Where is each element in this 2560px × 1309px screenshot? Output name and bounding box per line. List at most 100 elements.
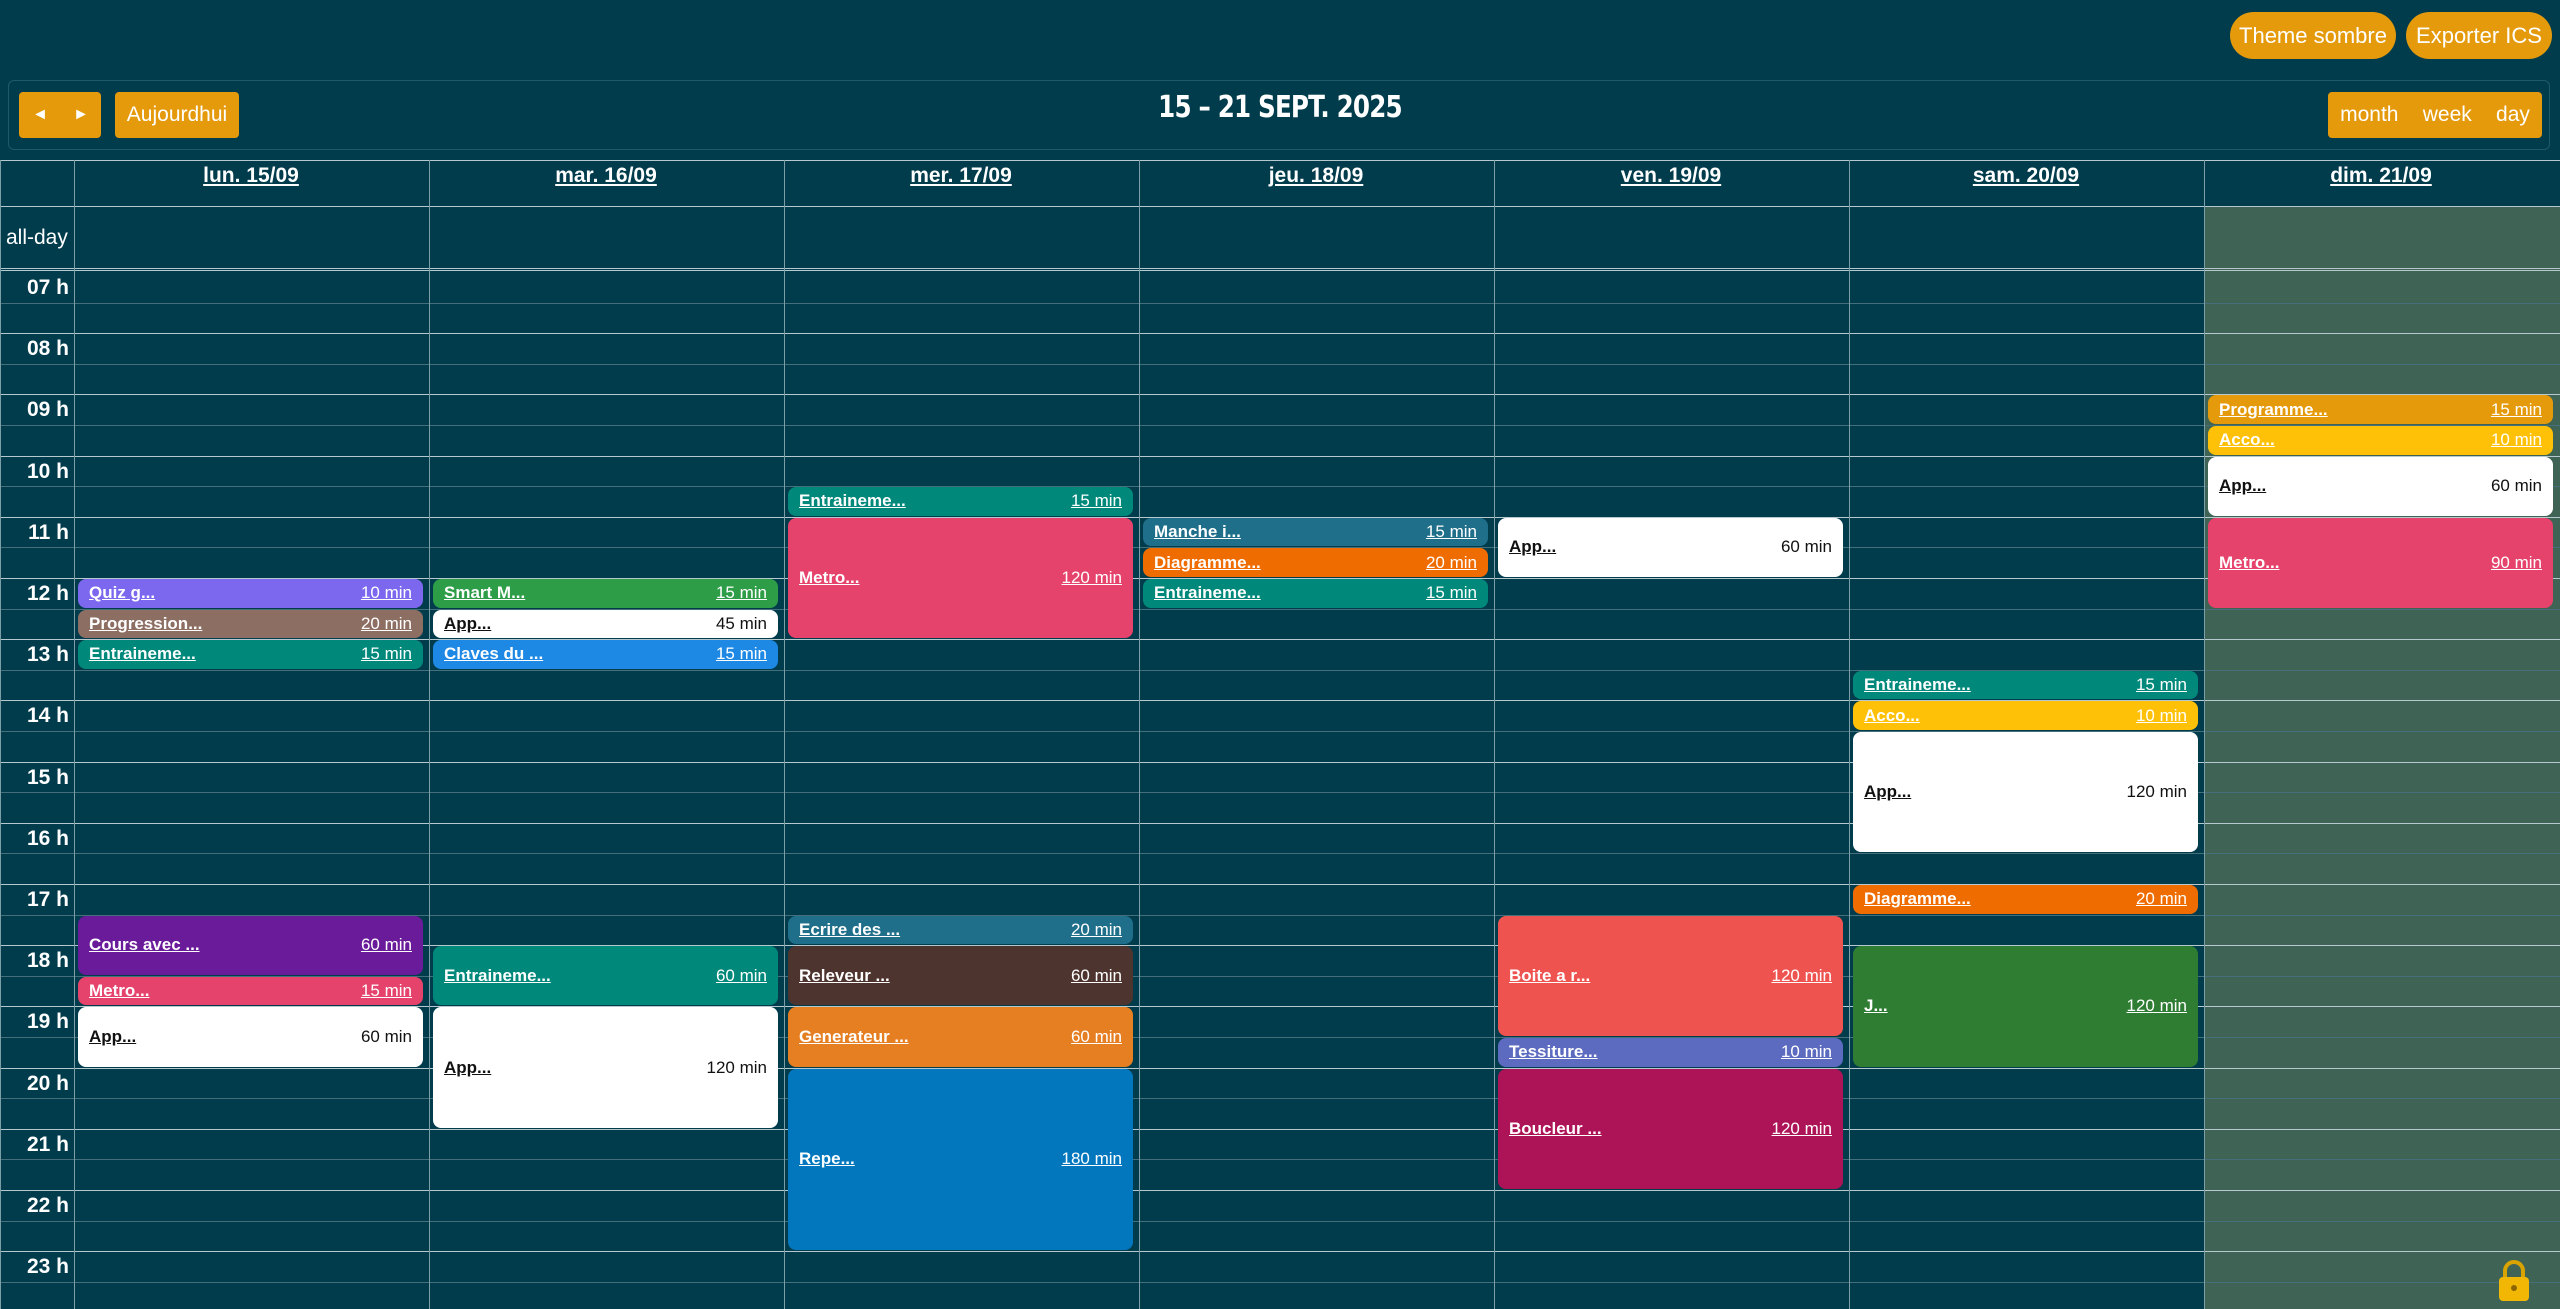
calendar-event[interactable]: Entraineme... 15 min	[788, 487, 1133, 516]
calendar-event[interactable]: App... 60 min	[2208, 456, 2553, 516]
half-hour-line	[0, 1221, 2560, 1222]
hour-line	[0, 394, 2560, 395]
export-ics-button[interactable]: Exporter ICS	[2406, 12, 2552, 59]
event-duration: 20 min	[360, 613, 412, 633]
hour-line	[0, 1129, 2560, 1130]
column-line	[1139, 160, 1140, 1309]
event-title: Entraineme...	[1864, 675, 1971, 695]
calendar-event[interactable]: Entraineme... 60 min	[433, 946, 778, 1006]
prev-arrow-icon: ◄	[32, 106, 48, 123]
calendar-event[interactable]: App... 60 min	[78, 1007, 423, 1067]
event-title: Programme...	[2219, 399, 2328, 419]
allday-bottom-line-2	[0, 270, 2560, 271]
event-duration: 15 min	[2490, 399, 2542, 419]
event-duration: 15 min	[2135, 675, 2187, 695]
event-duration: 120 min	[2126, 996, 2187, 1016]
calendar-event[interactable]: Manche i... 15 min	[1143, 517, 1488, 547]
column-line	[1494, 160, 1495, 1309]
theme-toggle-button[interactable]: Theme sombre	[2230, 12, 2396, 59]
day-header[interactable]: lun. 15/09	[74, 164, 428, 188]
event-title: App...	[1864, 782, 1912, 802]
hour-label: 09 h	[26, 398, 69, 421]
calendar-event[interactable]: Boite a r... 120 min	[1498, 915, 1843, 1036]
hour-label: 18 h	[26, 949, 69, 972]
calendar-title: 15 – 21 SEPT. 2025	[1158, 90, 1403, 125]
calendar-event[interactable]: Metro... 90 min	[2208, 517, 2553, 608]
lock-icon[interactable]	[2496, 1258, 2532, 1302]
calendar-event[interactable]: Claves du ... 15 min	[433, 640, 778, 669]
calendar-event[interactable]: Acco... 10 min	[2208, 426, 2553, 455]
calendar-event[interactable]: App... 60 min	[1498, 517, 1843, 577]
half-hour-line	[0, 486, 2560, 487]
next-week-button[interactable]: ►	[61, 92, 101, 138]
day-header[interactable]: ven. 19/09	[1494, 164, 1848, 188]
calendar-event[interactable]: Ecrire des ... 20 min	[788, 915, 1133, 945]
calendar-event[interactable]: Metro... 15 min	[78, 976, 423, 1006]
day-header[interactable]: jeu. 18/09	[1139, 164, 1493, 188]
hour-label: 10 h	[26, 460, 69, 483]
event-duration: 15 min	[715, 644, 767, 664]
calendar-event[interactable]: Acco... 10 min	[1853, 701, 2198, 730]
day-header[interactable]: dim. 21/09	[2204, 164, 2558, 188]
calendar-event[interactable]: Quiz g... 10 min	[78, 579, 423, 608]
hour-label: 17 h	[26, 888, 69, 911]
calendar-event[interactable]: Metro... 120 min	[788, 517, 1133, 639]
calendar-event[interactable]: Smart M... 15 min	[433, 579, 778, 608]
calendar-event[interactable]: App... 45 min	[433, 609, 778, 639]
calendar-event[interactable]: Diagramme... 20 min	[1853, 885, 2198, 914]
view-day-button[interactable]: day	[2484, 92, 2542, 138]
calendar-event[interactable]: App... 120 min	[1853, 732, 2198, 853]
header-bottom-line	[0, 206, 2560, 207]
calendar-event[interactable]: Progression... 20 min	[78, 609, 423, 639]
hour-label: 22 h	[26, 1194, 69, 1217]
view-month-button[interactable]: month	[2328, 92, 2411, 138]
calendar-event[interactable]: Entraineme... 15 min	[78, 640, 423, 669]
calendar-event[interactable]: Cours avec ... 60 min	[78, 915, 423, 975]
calendar-event[interactable]: Programme... 15 min	[2208, 395, 2553, 424]
view-week-button[interactable]: week	[2411, 92, 2484, 138]
hour-label: 08 h	[26, 337, 69, 360]
prev-week-button[interactable]: ◄	[19, 92, 61, 138]
calendar-event[interactable]: Entraineme... 15 min	[1143, 579, 1488, 608]
event-duration: 10 min	[360, 583, 412, 603]
today-button[interactable]: Aujourdhui	[115, 92, 239, 138]
calendar-event[interactable]: Boucleur ... 120 min	[1498, 1068, 1843, 1189]
event-title: Metro...	[89, 981, 150, 1001]
calendar-event[interactable]: J... 120 min	[1853, 946, 2198, 1067]
event-duration: 120 min	[2126, 782, 2187, 802]
event-duration: 60 min	[1070, 1026, 1122, 1046]
event-title: Quiz g...	[89, 583, 156, 603]
event-title: Entraineme...	[444, 965, 551, 985]
calendar-event[interactable]: Entraineme... 15 min	[1853, 670, 2198, 700]
hour-label: 11 h	[28, 521, 69, 544]
event-duration: 20 min	[1070, 919, 1122, 939]
event-title: Diagramme...	[1154, 552, 1261, 572]
event-duration: 60 min	[715, 965, 767, 985]
half-hour-line	[0, 303, 2560, 304]
event-duration: 15 min	[1425, 522, 1477, 542]
event-duration: 90 min	[2490, 552, 2542, 572]
event-duration: 60 min	[360, 935, 412, 955]
event-title: Repe...	[799, 1149, 855, 1169]
day-header[interactable]: mar. 16/09	[429, 164, 783, 188]
day-header[interactable]: sam. 20/09	[1849, 164, 2203, 188]
event-title: Diagramme...	[1864, 889, 1971, 909]
calendar-event[interactable]: Tessiture... 10 min	[1498, 1038, 1843, 1067]
hour-label: 16 h	[26, 827, 69, 850]
event-title: Progression...	[89, 613, 203, 633]
event-duration: 60 min	[1070, 965, 1122, 985]
day-header[interactable]: mer. 17/09	[784, 164, 1138, 188]
calendar-event[interactable]: Repe... 180 min	[788, 1068, 1133, 1251]
calendar-event[interactable]: Diagramme... 20 min	[1143, 548, 1488, 577]
event-title: Boucleur ...	[1509, 1118, 1602, 1138]
event-title: App...	[89, 1026, 137, 1046]
event-duration: 180 min	[1061, 1149, 1122, 1169]
calendar-event[interactable]: Releveur ... 60 min	[788, 946, 1133, 1006]
calendar-event[interactable]: App... 120 min	[433, 1007, 778, 1128]
calendar-event[interactable]: Generateur ... 60 min	[788, 1007, 1133, 1067]
allday-bottom-line	[0, 268, 2560, 269]
hour-label: 21 h	[26, 1133, 69, 1156]
event-title: Releveur ...	[799, 965, 890, 985]
grid-top-line	[0, 160, 2560, 161]
hour-label: 07 h	[26, 276, 69, 299]
